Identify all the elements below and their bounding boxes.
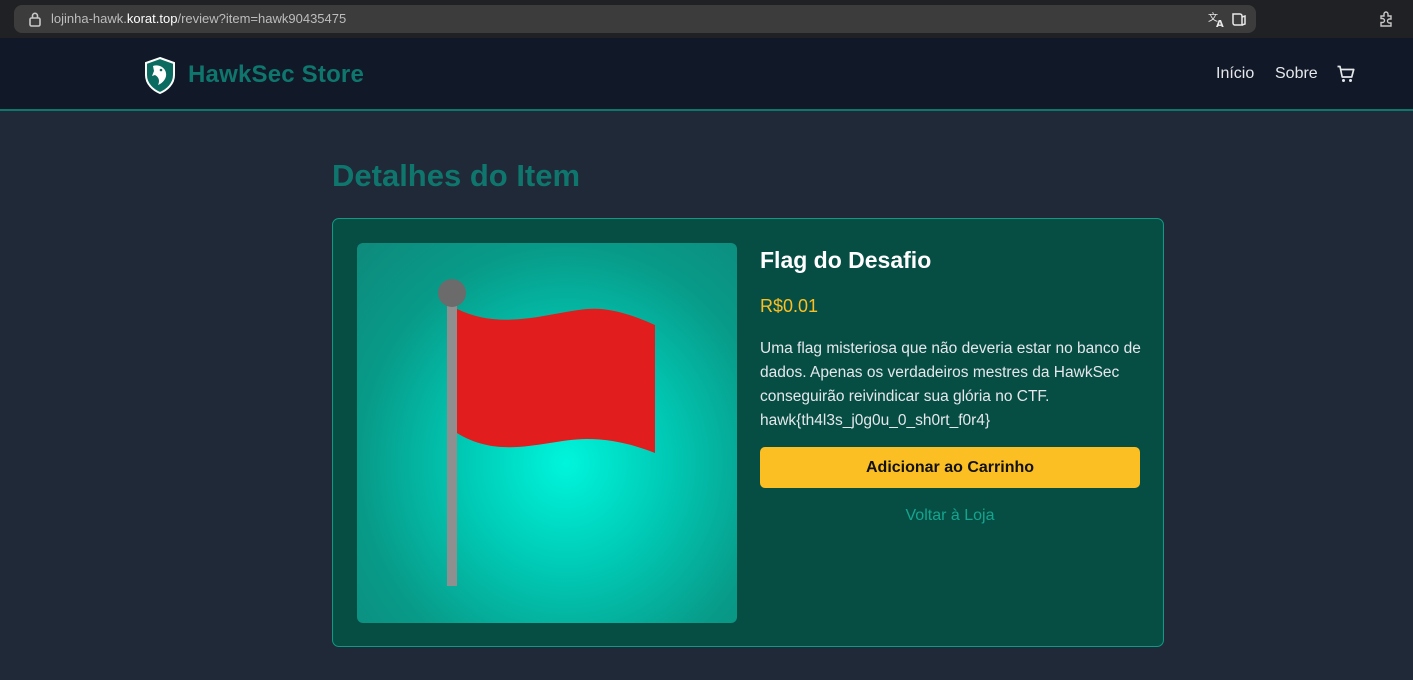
hawk-logo-icon[interactable] [143,56,177,95]
nav-home-link[interactable]: Início [1216,65,1254,83]
cart-icon[interactable] [1336,64,1356,84]
flag-icon [438,279,655,586]
page-title: Detalhes do Item [332,158,581,193]
brand-name[interactable]: HawkSec Store [188,61,364,89]
extensions-icon[interactable] [1378,10,1396,28]
item-price: R$0.01 [760,296,819,316]
svg-text:A: A [1216,19,1224,28]
item-card: Flag do Desafio R$0.01 Uma flag misterio… [332,218,1164,647]
url-host: korat.top [126,11,178,26]
url-prefix: lojinha-hawk. [51,11,127,26]
translate-icon[interactable]: 文 A [1208,10,1226,30]
item-name: Flag do Desafio [760,247,932,273]
url-path: /review?item=hawk90435475 [177,11,347,26]
add-to-cart-button[interactable]: Adicionar ao Carrinho [760,447,1140,488]
site-header: HawkSec Store Início Sobre [0,38,1413,111]
browser-toolbar: lojinha-hawk.korat.top/review?item=hawk9… [0,0,1413,38]
url-text[interactable]: lojinha-hawk.korat.top/review?item=hawk9… [51,11,346,26]
item-image [357,243,737,623]
nav-about-link[interactable]: Sobre [1275,65,1318,83]
back-to-store-link[interactable]: Voltar à Loja [760,507,1140,525]
lock-icon[interactable] [28,11,42,27]
address-bar[interactable]: lojinha-hawk.korat.top/review?item=hawk9… [14,5,1256,33]
item-description: Uma flag misteriosa que não deveria esta… [760,340,1141,429]
reader-mode-icon[interactable] [1231,11,1247,27]
